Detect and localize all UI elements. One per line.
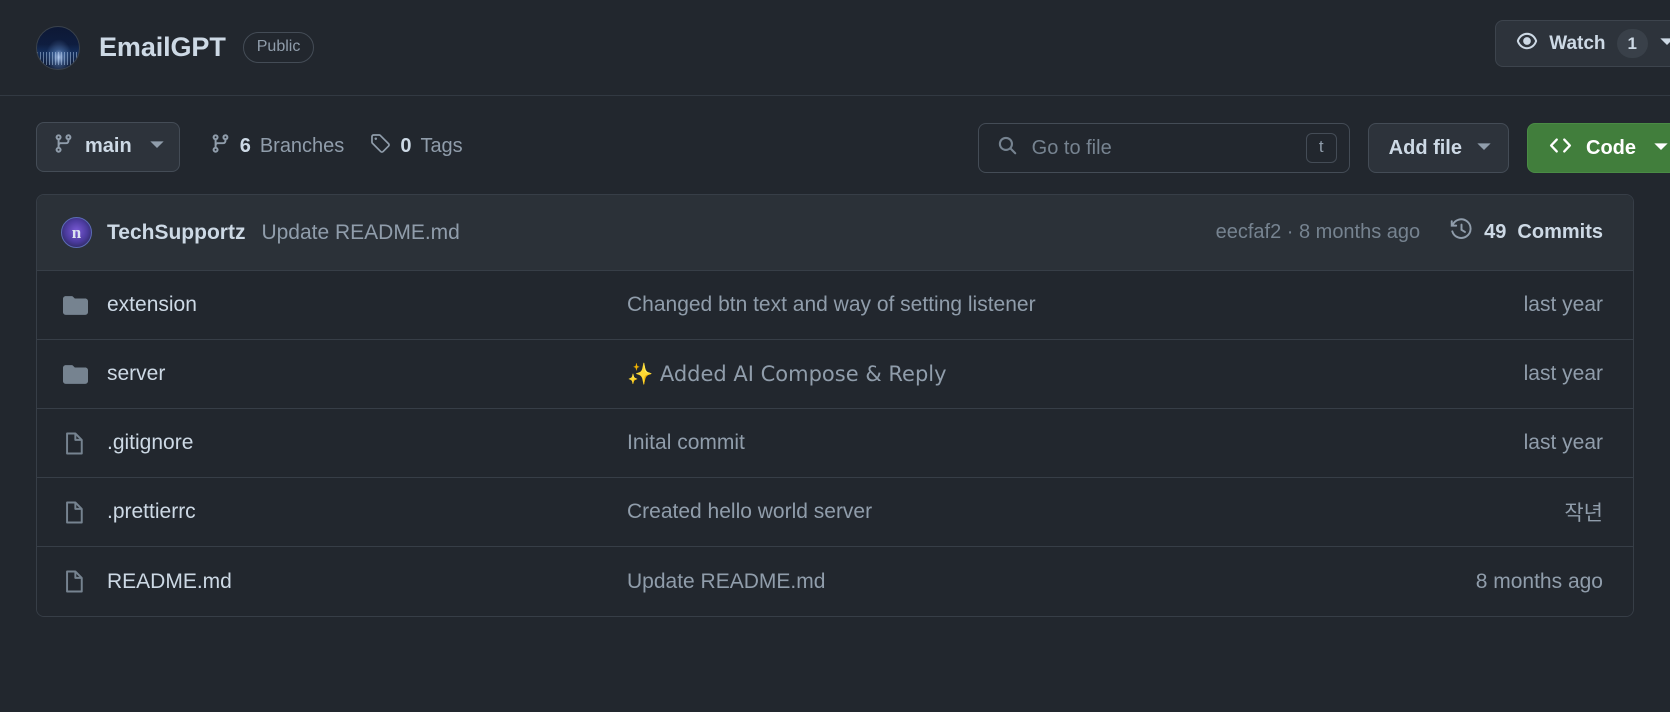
clock-history-icon	[1450, 218, 1473, 247]
branch-selector-button[interactable]: main	[36, 121, 180, 172]
file-icon	[63, 569, 93, 594]
search-shortcut-key: t	[1305, 132, 1337, 164]
file-commit-message[interactable]: Changed btn text and way of setting list…	[627, 293, 1524, 317]
file-commit-time: 작년	[1564, 502, 1603, 525]
search-icon	[997, 135, 1018, 161]
chevron-down-icon	[1659, 33, 1670, 55]
branches-count: 6	[239, 135, 251, 157]
add-file-label: Add file	[1388, 136, 1462, 159]
file-name-link[interactable]: .prettierrc	[107, 500, 627, 524]
branches-link[interactable]: 6 Branches	[210, 133, 345, 160]
file-name-link[interactable]: README.md	[107, 570, 627, 594]
folder-icon	[63, 293, 93, 318]
chevron-down-icon	[1653, 137, 1669, 160]
file-commit-time: last year	[1523, 431, 1603, 454]
avatar[interactable]: n	[61, 217, 92, 248]
table-row[interactable]: server ✨ Added AI Compose & Reply last y…	[37, 340, 1633, 409]
file-icon	[63, 500, 93, 525]
go-to-file-search[interactable]: Go to file t	[977, 123, 1350, 173]
tags-link[interactable]: 0 Tags	[370, 133, 463, 160]
commits-history-link[interactable]: 49 Commits	[1450, 218, 1603, 247]
file-commit-message[interactable]: Inital commit	[627, 431, 1524, 455]
branches-label: Branches	[259, 135, 345, 157]
watch-button[interactable]: Watch 1	[1495, 20, 1670, 67]
file-icon	[63, 431, 93, 456]
tags-count: 0	[400, 135, 412, 157]
table-row[interactable]: .prettierrc Created hello world server 작…	[37, 478, 1633, 547]
commit-message-link[interactable]: Update README.md	[261, 221, 459, 245]
file-commit-message[interactable]: ✨ Added AI Compose & Reply	[627, 362, 1524, 387]
code-angle-brackets-icon	[1548, 133, 1573, 164]
commits-count-number: 49	[1484, 221, 1507, 243]
file-name-link[interactable]: server	[107, 362, 627, 386]
git-branch-icon	[53, 133, 74, 160]
file-listing: n TechSupportz Update README.md eecfaf2 …	[36, 194, 1634, 617]
chevron-down-icon	[1476, 137, 1492, 160]
latest-commit-bar: n TechSupportz Update README.md eecfaf2 …	[37, 195, 1633, 271]
file-commit-message[interactable]: Update README.md	[627, 570, 1476, 594]
tag-icon	[370, 133, 391, 160]
status-badge: Public	[242, 32, 315, 63]
table-row[interactable]: .gitignore Inital commit last year	[37, 409, 1633, 478]
chevron-down-icon	[149, 135, 165, 158]
code-button-label: Code	[1586, 136, 1636, 159]
table-row[interactable]: README.md Update README.md 8 months ago	[37, 547, 1633, 616]
commit-hash-and-time[interactable]: eecfaf2 · 8 months ago	[1216, 221, 1421, 244]
folder-icon	[63, 362, 93, 387]
toolbar-actions: Go to file t Add file Code	[977, 123, 1670, 173]
repository-toolbar: main 6 Branches 0 Tags Go to file t Add …	[0, 96, 1670, 173]
page-title[interactable]: EmailGPT	[99, 32, 226, 63]
branch-name-label: main	[85, 135, 132, 157]
code-button[interactable]: Code	[1527, 123, 1670, 173]
repository-header: EmailGPT Public Watch 1	[0, 0, 1670, 96]
repository-page: EmailGPT Public Watch 1 main 6 Branches …	[0, 0, 1670, 712]
file-name-link[interactable]: .gitignore	[107, 431, 627, 455]
search-input-placeholder: Go to file	[1031, 136, 1112, 159]
file-commit-message[interactable]: Created hello world server	[627, 500, 1564, 524]
file-commit-time: last year	[1523, 362, 1603, 385]
watch-button-label: Watch	[1549, 32, 1606, 54]
commit-meta: eecfaf2 · 8 months ago 49 Commits	[1216, 218, 1603, 247]
file-commit-time: last year	[1523, 293, 1603, 316]
table-row[interactable]: extension Changed btn text and way of se…	[37, 271, 1633, 340]
eye-icon	[1516, 30, 1538, 58]
file-name-link[interactable]: extension	[107, 293, 627, 317]
repo-avatar-night-city-icon	[36, 25, 80, 70]
add-file-button[interactable]: Add file	[1367, 123, 1509, 173]
file-commit-time: 8 months ago	[1475, 569, 1603, 593]
tags-label: Tags	[420, 135, 463, 157]
watch-count-badge: 1	[1616, 28, 1648, 59]
git-branch-icon	[210, 133, 231, 160]
commit-author-link[interactable]: TechSupportz	[107, 221, 245, 245]
commits-count-label: Commits	[1517, 221, 1603, 243]
